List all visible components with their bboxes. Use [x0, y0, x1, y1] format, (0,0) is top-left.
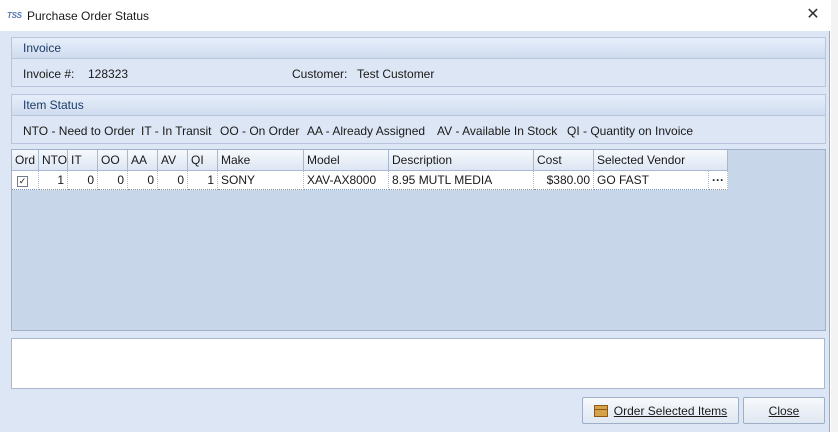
col-nto[interactable]: NTO	[39, 150, 68, 171]
cell-make: SONY	[218, 171, 304, 190]
items-grid[interactable]: Ord NTO IT OO AA AV QI Make Model Descri…	[11, 149, 826, 331]
app-logo-icon: TSS	[7, 11, 22, 20]
cell-aa: 0	[128, 171, 158, 190]
customer-value: Test Customer	[357, 67, 435, 81]
invoice-number-value: 128323	[88, 67, 129, 81]
legend-it: IT - In Transit	[141, 124, 212, 138]
close-icon[interactable]: ✕	[802, 5, 824, 25]
col-description[interactable]: Description	[389, 150, 534, 171]
legend-oo: OO - On Order	[220, 124, 300, 138]
cell-av: 0	[158, 171, 188, 190]
col-cost[interactable]: Cost	[534, 150, 594, 171]
item-status-group-header: Item Status	[12, 95, 825, 116]
cell-model: XAV-AX8000	[304, 171, 389, 190]
close-button[interactable]: Close	[743, 397, 825, 424]
legend-av: AV - Available In Stock	[437, 124, 558, 138]
legend-aa: AA - Already Assigned	[307, 124, 426, 138]
legend-nto: NTO - Need to Order	[23, 124, 135, 138]
col-qi[interactable]: QI	[188, 150, 218, 171]
item-status-group: Item Status NTO - Need to Order IT - In …	[11, 94, 826, 144]
col-it[interactable]: IT	[68, 150, 98, 171]
cell-qi: 1	[188, 171, 218, 190]
invoice-number-label: Invoice #:	[23, 67, 75, 81]
col-model[interactable]: Model	[304, 150, 389, 171]
order-selected-items-label: Order Selected Items	[613, 403, 728, 418]
cell-description: 8.95 MUTL MEDIA	[389, 171, 534, 190]
cell-it: 0	[68, 171, 98, 190]
col-selected-vendor[interactable]: Selected Vendor	[594, 150, 728, 171]
cell-oo: 0	[98, 171, 128, 190]
grid-header-row: Ord NTO IT OO AA AV QI Make Model Descri…	[12, 150, 825, 171]
notes-textarea[interactable]	[11, 338, 825, 389]
col-aa[interactable]: AA	[128, 150, 158, 171]
cell-nto: 1	[39, 171, 68, 190]
invoice-group-header: Invoice	[12, 38, 825, 59]
table-row[interactable]: ✓ 1 0 0 0 0 1 SONY XAV-AX8000 8.95 MUTL …	[12, 171, 728, 190]
col-oo[interactable]: OO	[98, 150, 128, 171]
cell-selected-vendor[interactable]: GO FAST	[594, 171, 709, 190]
purchase-order-status-window: TSS Purchase Order Status ✕ Invoice Invo…	[0, 0, 830, 432]
col-av[interactable]: AV	[158, 150, 188, 171]
package-icon	[593, 404, 608, 417]
checkbox-checked-icon[interactable]: ✓	[17, 176, 28, 187]
background-window-edge	[831, 0, 838, 432]
window-title: Purchase Order Status	[27, 8, 150, 23]
invoice-group: Invoice Invoice #: 128323 Customer: Test…	[11, 37, 826, 87]
order-selected-items-button[interactable]: Order Selected Items	[582, 397, 739, 424]
legend-qi: QI - Quantity on Invoice	[567, 124, 694, 138]
customer-label: Customer:	[292, 67, 348, 81]
col-ord[interactable]: Ord	[12, 150, 39, 171]
ellipsis-icon[interactable]: ···	[709, 171, 728, 190]
title-bar: TSS Purchase Order Status ✕	[0, 0, 830, 31]
cell-cost: $380.00	[534, 171, 594, 190]
close-button-label: Close	[768, 403, 800, 418]
col-make[interactable]: Make	[218, 150, 304, 171]
